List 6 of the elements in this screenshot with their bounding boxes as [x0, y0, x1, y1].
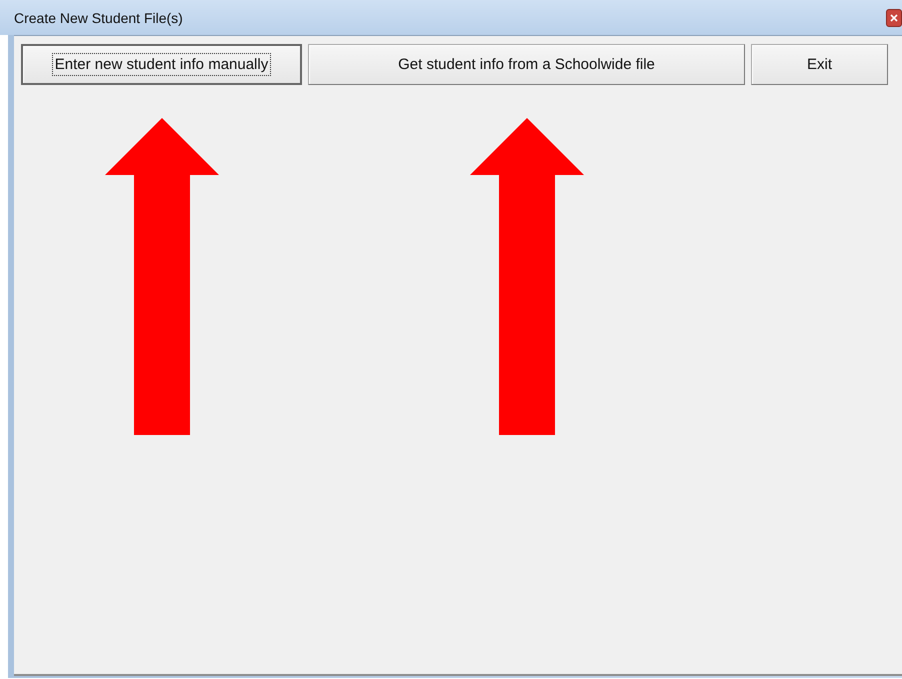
window-title: Create New Student File(s) — [14, 10, 183, 26]
action-button[interactable]: Enter new student info manually — [21, 44, 302, 85]
close-icon — [890, 14, 898, 22]
close-button[interactable] — [886, 8, 902, 26]
action-button[interactable]: Get student info from a Schoolwide file — [308, 44, 745, 85]
action-button[interactable]: Exit — [751, 44, 888, 85]
